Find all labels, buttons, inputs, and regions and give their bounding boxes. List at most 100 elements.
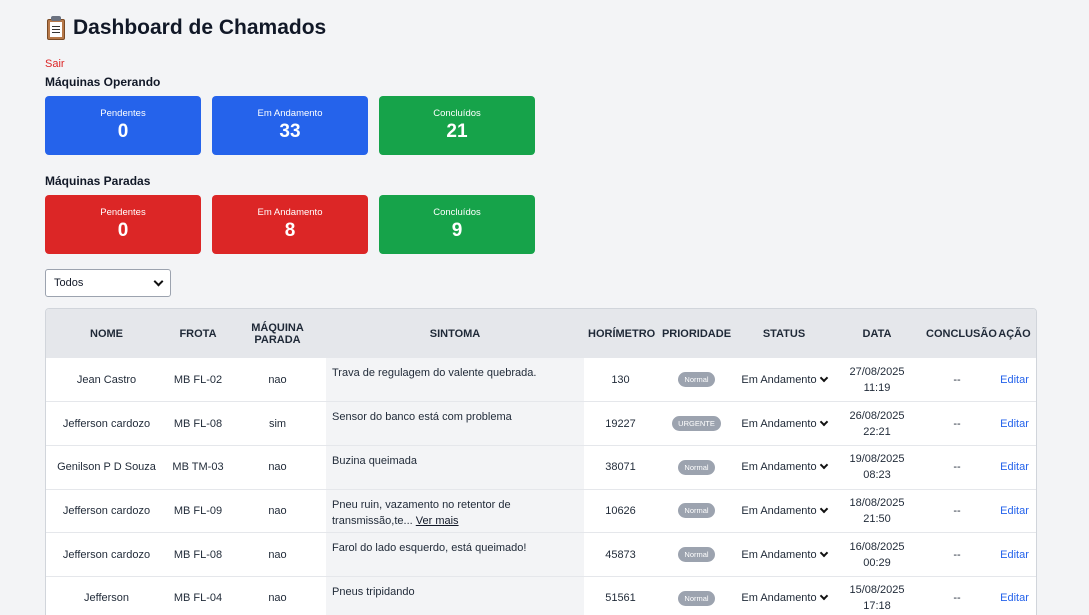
sintoma-text: Trava de regulagem do valente quebrada. [332,367,537,379]
logout-link[interactable]: Sair [45,58,65,70]
cell-frota: MB FL-02 [167,358,229,403]
status-select[interactable]: Em Andamento [741,417,828,430]
sintoma-text: Farol do lado esquerdo, está queimado! [332,542,527,555]
card-label: Pendentes [100,207,146,218]
card-paradas-em-andamento: Em Andamento 8 [212,195,368,254]
section-title-paradas: Máquinas Paradas [45,174,151,188]
cell-frota: MB FL-04 [167,576,229,615]
priority-badge: Normal [678,503,715,519]
cell-acao: Editar [992,532,1036,577]
date-text: 19/08/2025 [849,453,905,466]
priority-badge: Normal [678,459,715,475]
cell-sintoma: Sensor do banco está com problema [326,401,584,446]
status-value: Em Andamento [741,504,817,517]
card-operando-concluidos: Concluídos 21 [379,96,535,155]
cell-maquina-parada: nao [229,576,326,615]
cell-sintoma: Buzina queimada [326,445,584,490]
status-select[interactable]: Em Andamento [741,460,828,474]
cell-status: Em Andamento [736,401,832,446]
section-title-operando: Máquinas Operando [45,75,161,89]
status-value: Em Andamento [741,461,817,474]
status-select[interactable]: Em Andamento [741,373,828,386]
header-maquina-parada: MÁQUINA PARADA [251,321,304,346]
status-value: Em Andamento [741,373,817,386]
ver-mais-link[interactable]: Ver mais [416,515,459,527]
edit-link[interactable]: Editar [1000,461,1029,473]
cell-conclusao: -- [922,576,992,615]
cell-sintoma: Pneu ruin, vazamento no retentor de tran… [326,489,584,534]
cell-horimetro: 19227 [584,401,657,446]
status-select[interactable]: Em Andamento [741,548,828,561]
filter-select[interactable]: Todos [45,269,171,297]
priority-badge: Normal [678,372,715,388]
cell-data: 15/08/2025 17:18 [832,576,922,615]
chevron-down-icon [819,548,828,557]
tickets-table: NOME FROTA MÁQUINA PARADA SINTOMA HORÍME… [45,308,1037,615]
card-value: 33 [279,121,301,142]
cell-prioridade: Normal [657,358,736,403]
edit-link[interactable]: Editar [1000,505,1029,517]
cell-nome: Jean Castro [46,358,167,403]
cell-data: 16/08/2025 00:29 [832,532,922,577]
cell-acao: Editar [992,576,1036,615]
cell-frota: MB FL-08 [167,532,229,577]
chevron-down-icon [153,276,164,286]
card-operando-em-andamento: Em Andamento 33 [212,96,368,155]
sintoma-text: Sensor do banco está com problema [332,411,512,424]
cell-maquina-parada: sim [229,401,326,446]
cell-maquina-parada: nao [229,358,326,403]
cell-acao: Editar [992,358,1036,403]
cell-maquina-parada: nao [229,445,326,490]
card-paradas-pendentes: Pendentes 0 [45,195,201,254]
priority-badge: Normal [678,547,715,563]
page-title: Dashboard de Chamados [45,16,326,40]
sintoma-text: Pneus tripidando [332,585,415,598]
cell-frota: MB FL-09 [167,489,229,534]
status-value: Em Andamento [741,548,817,561]
cell-conclusao: -- [922,445,992,490]
card-label: Concluídos [433,108,481,119]
card-label: Pendentes [100,108,146,119]
table-row: Jefferson MB FL-04 nao Pneus tripidando … [46,576,1036,615]
cell-acao: Editar [992,401,1036,446]
cell-sintoma: Trava de regulagem do valente quebrada. [326,358,584,403]
cell-frota: MB TM-03 [167,445,229,490]
table-row: Jean Castro MB FL-02 nao Trava de regula… [46,358,1036,403]
card-value: 21 [446,121,468,142]
cell-status: Em Andamento [736,532,832,577]
header-acao: AÇÃO [998,327,1031,340]
edit-link[interactable]: Editar [1000,549,1029,561]
cards-operando: Pendentes 0 Em Andamento 33 Concluídos 2… [45,96,535,155]
cell-nome: Jefferson cardozo [46,401,167,446]
card-value: 9 [451,220,463,241]
edit-link[interactable]: Editar [1000,418,1029,430]
card-value: 0 [117,121,129,142]
cell-prioridade: Normal [657,445,736,490]
table-row: Jefferson cardozo MB FL-08 nao Farol do … [46,532,1036,577]
cell-nome: Jefferson [46,576,167,615]
edit-link[interactable]: Editar [1000,374,1029,386]
status-select[interactable]: Em Andamento [741,592,828,605]
time-text: 21:50 [863,512,891,525]
card-label: Em Andamento [257,207,323,218]
cell-data: 18/08/2025 21:50 [832,489,922,534]
edit-link[interactable]: Editar [1000,592,1029,604]
cell-data: 26/08/2025 22:21 [832,401,922,446]
cell-horimetro: 130 [584,358,657,403]
cell-data: 19/08/2025 08:23 [832,445,922,490]
cell-horimetro: 38071 [584,445,657,490]
table-header-row: NOME FROTA MÁQUINA PARADA SINTOMA HORÍME… [46,309,1036,358]
cell-prioridade: Normal [657,576,736,615]
cell-status: Em Andamento [736,445,832,490]
header-frota: FROTA [179,327,217,340]
status-value: Em Andamento [741,592,817,605]
header-data: DATA [862,327,892,340]
time-text: 17:18 [863,600,891,613]
cell-frota: MB FL-08 [167,401,229,446]
card-label: Concluídos [433,207,481,218]
status-select[interactable]: Em Andamento [741,504,828,517]
page-title-text: Dashboard de Chamados [73,16,327,39]
chevron-down-icon [819,417,828,426]
card-label: Em Andamento [257,108,323,119]
cell-horimetro: 51561 [584,576,657,615]
